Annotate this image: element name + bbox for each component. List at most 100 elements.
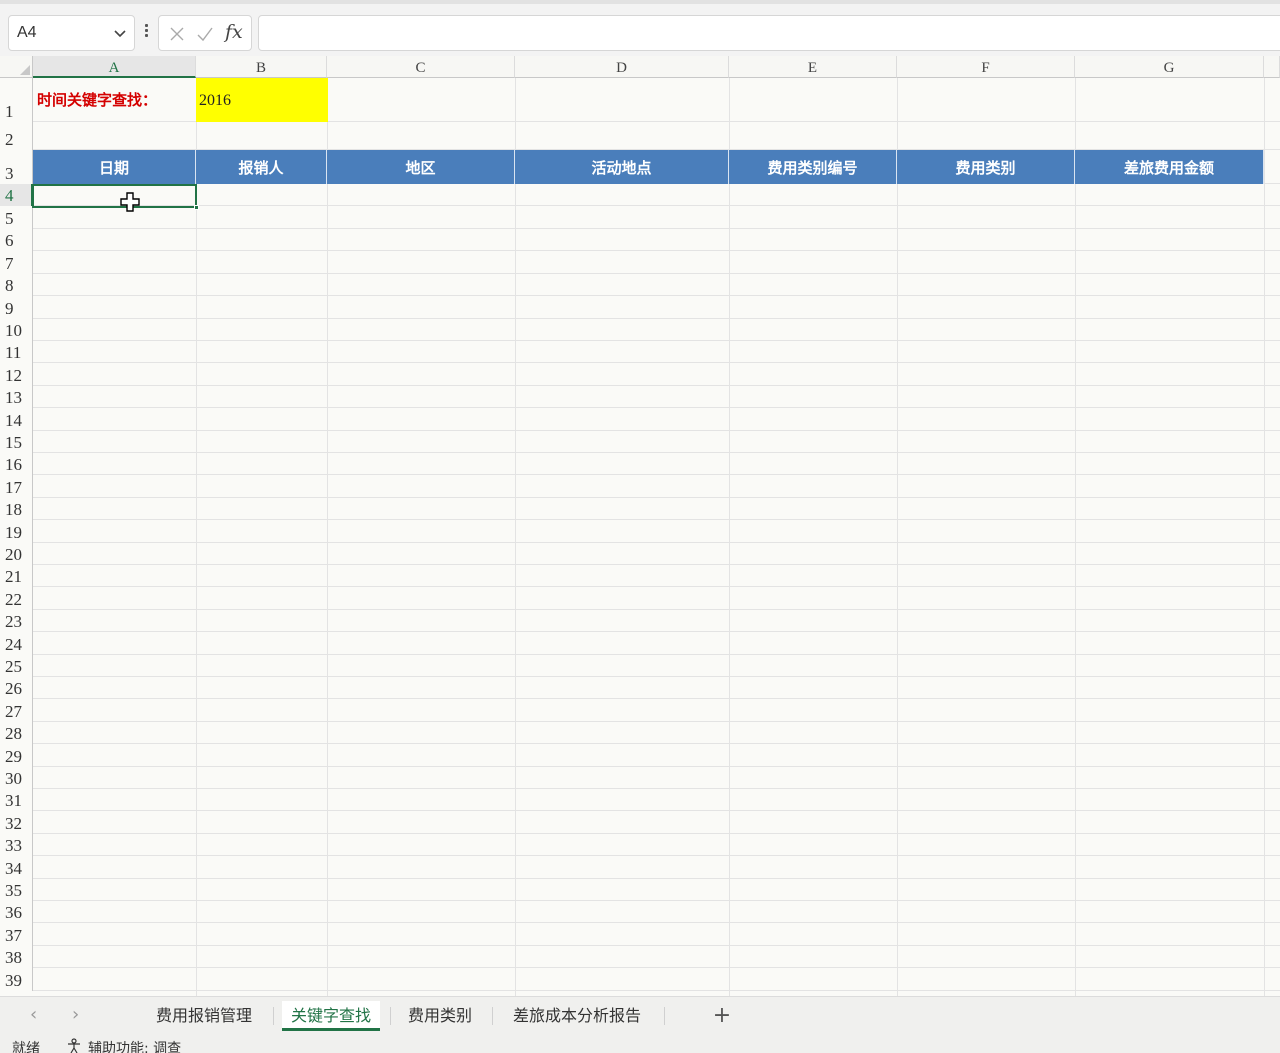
row-gridline	[33, 788, 1280, 789]
cancel-icon[interactable]	[167, 24, 187, 44]
row-header-31[interactable]: 31	[0, 789, 33, 812]
row-header-18[interactable]: 18	[0, 497, 33, 521]
row-header-13[interactable]: 13	[0, 385, 33, 409]
row-header-20[interactable]: 20	[0, 542, 33, 565]
column-header-h[interactable]	[1264, 56, 1280, 78]
row-gridline	[33, 743, 1280, 745]
row-header-10[interactable]: 10	[0, 318, 33, 341]
column-gridline	[729, 78, 730, 996]
tab-divider	[664, 1007, 665, 1025]
column-gridline	[327, 78, 328, 996]
row-gridline	[33, 564, 1280, 565]
sheet-tab-travel-cost-report[interactable]: 差旅成本分析报告	[502, 1001, 652, 1031]
row-gridline	[33, 944, 1280, 946]
row-gridline	[33, 855, 1280, 857]
row-header-30[interactable]: 30	[0, 766, 33, 789]
tab-divider	[492, 1007, 493, 1025]
row-header-32[interactable]: 32	[0, 811, 33, 834]
row-header-24[interactable]: 24	[0, 632, 33, 655]
row-gridline	[33, 631, 1280, 633]
column-header-a[interactable]: A	[33, 56, 196, 78]
row-header-37[interactable]: 37	[0, 923, 33, 946]
chevron-left-icon[interactable]: ‹	[30, 1006, 46, 1024]
sheet-tab-expense-management[interactable]: 费用报销管理	[146, 1001, 262, 1031]
header-cell-travel-amount[interactable]: 差旅费用金额	[1075, 150, 1264, 184]
row-gridline	[33, 922, 1280, 924]
header-cell-venue[interactable]: 活动地点	[515, 150, 729, 184]
row-gridline	[33, 407, 1280, 409]
row-gridline	[33, 362, 1280, 364]
worksheet-grid[interactable]: A B C D E F G 1 2 3 4 5 6 7 8 9 10 11 12 13 14 15 16 17 1…	[0, 56, 1280, 996]
row-header-38[interactable]: 38	[0, 945, 33, 969]
column-header-f[interactable]: F	[897, 56, 1075, 78]
chevron-down-icon[interactable]	[112, 25, 128, 41]
insert-function-icon[interactable]: fx	[225, 21, 243, 43]
column-header-g[interactable]: G	[1075, 56, 1264, 78]
header-cell-date[interactable]: 日期	[33, 150, 196, 184]
row-header-21[interactable]: 21	[0, 565, 33, 588]
row-header-5[interactable]: 5	[0, 206, 33, 229]
row-header-26[interactable]: 26	[0, 677, 33, 700]
name-box[interactable]: A4	[8, 15, 135, 51]
row-header-14[interactable]: 14	[0, 408, 33, 431]
sheet-tab-expense-category[interactable]: 费用类别	[400, 1001, 480, 1031]
row-header-39[interactable]: 39	[0, 968, 33, 991]
row-header-23[interactable]: 23	[0, 609, 33, 633]
row-header-29[interactable]: 29	[0, 744, 33, 767]
selected-cell-a4[interactable]	[32, 184, 197, 208]
row-header-17[interactable]: 17	[0, 475, 33, 498]
row-gridline	[33, 429, 1280, 431]
row-header-7[interactable]: 7	[0, 251, 33, 274]
name-box-value: A4	[17, 24, 37, 41]
row-header-35[interactable]: 35	[0, 878, 33, 901]
row-gridline	[33, 340, 1280, 341]
row-header-19[interactable]: 19	[0, 520, 33, 543]
sheet-tabs-bar: ‹ › 费用报销管理 关键字查找 费用类别 差旅成本分析报告 +	[0, 996, 1280, 1034]
row-header-15[interactable]: 15	[0, 430, 33, 453]
row-gridline	[33, 295, 1280, 297]
row-gridline	[33, 272, 1280, 274]
sheet-tab-keyword-search[interactable]: 关键字查找	[282, 1001, 380, 1031]
fill-handle[interactable]	[194, 205, 199, 210]
row-header-11[interactable]: 11	[0, 341, 33, 364]
row-header-25[interactable]: 25	[0, 654, 33, 677]
column-gridline	[196, 78, 197, 996]
tab-divider	[390, 1007, 391, 1025]
header-cell-category-code[interactable]: 费用类别编号	[729, 150, 897, 184]
row-gridline	[33, 720, 1280, 722]
row-header-4[interactable]: 4	[0, 184, 33, 206]
chevron-right-icon[interactable]: ›	[72, 1006, 88, 1024]
row-header-36[interactable]: 36	[0, 901, 33, 924]
add-sheet-button[interactable]: +	[712, 1001, 732, 1031]
select-all-corner[interactable]	[0, 56, 33, 78]
row-header-6[interactable]: 6	[0, 229, 33, 252]
status-accessibility[interactable]: 辅助功能: 调查	[88, 1038, 181, 1053]
row-header-27[interactable]: 27	[0, 699, 33, 722]
row-header-8[interactable]: 8	[0, 273, 33, 297]
row-header-16[interactable]: 16	[0, 453, 33, 476]
header-cell-category[interactable]: 费用类别	[897, 150, 1075, 184]
column-header-c[interactable]: C	[327, 56, 515, 78]
row-header-9[interactable]: 9	[0, 296, 33, 319]
cell-b1-keyword[interactable]: 2016	[196, 78, 328, 122]
row-header-3[interactable]: 3	[0, 150, 33, 184]
row-header-33[interactable]: 33	[0, 833, 33, 857]
row-header-22[interactable]: 22	[0, 587, 33, 610]
column-header-e[interactable]: E	[729, 56, 897, 78]
header-cell-reimburser[interactable]: 报销人	[196, 150, 327, 184]
more-options-icon[interactable]	[142, 22, 150, 42]
row-header-12[interactable]: 12	[0, 363, 33, 386]
row-header-28[interactable]: 28	[0, 721, 33, 745]
column-header-d[interactable]: D	[515, 56, 729, 78]
row-gridline	[33, 586, 1280, 588]
cell-a1-label[interactable]: 时间关键字查找：	[33, 78, 196, 122]
row-header-34[interactable]: 34	[0, 856, 33, 879]
row-header-1[interactable]: 1	[0, 78, 33, 122]
column-header-b[interactable]: B	[196, 56, 327, 78]
row-header-2[interactable]: 2	[0, 122, 33, 150]
formula-buttons: fx	[158, 15, 252, 51]
header-cell-region[interactable]: 地区	[327, 150, 515, 184]
check-icon[interactable]	[195, 24, 215, 44]
formula-input[interactable]	[258, 15, 1280, 51]
status-ready: 就绪	[12, 1041, 40, 1053]
